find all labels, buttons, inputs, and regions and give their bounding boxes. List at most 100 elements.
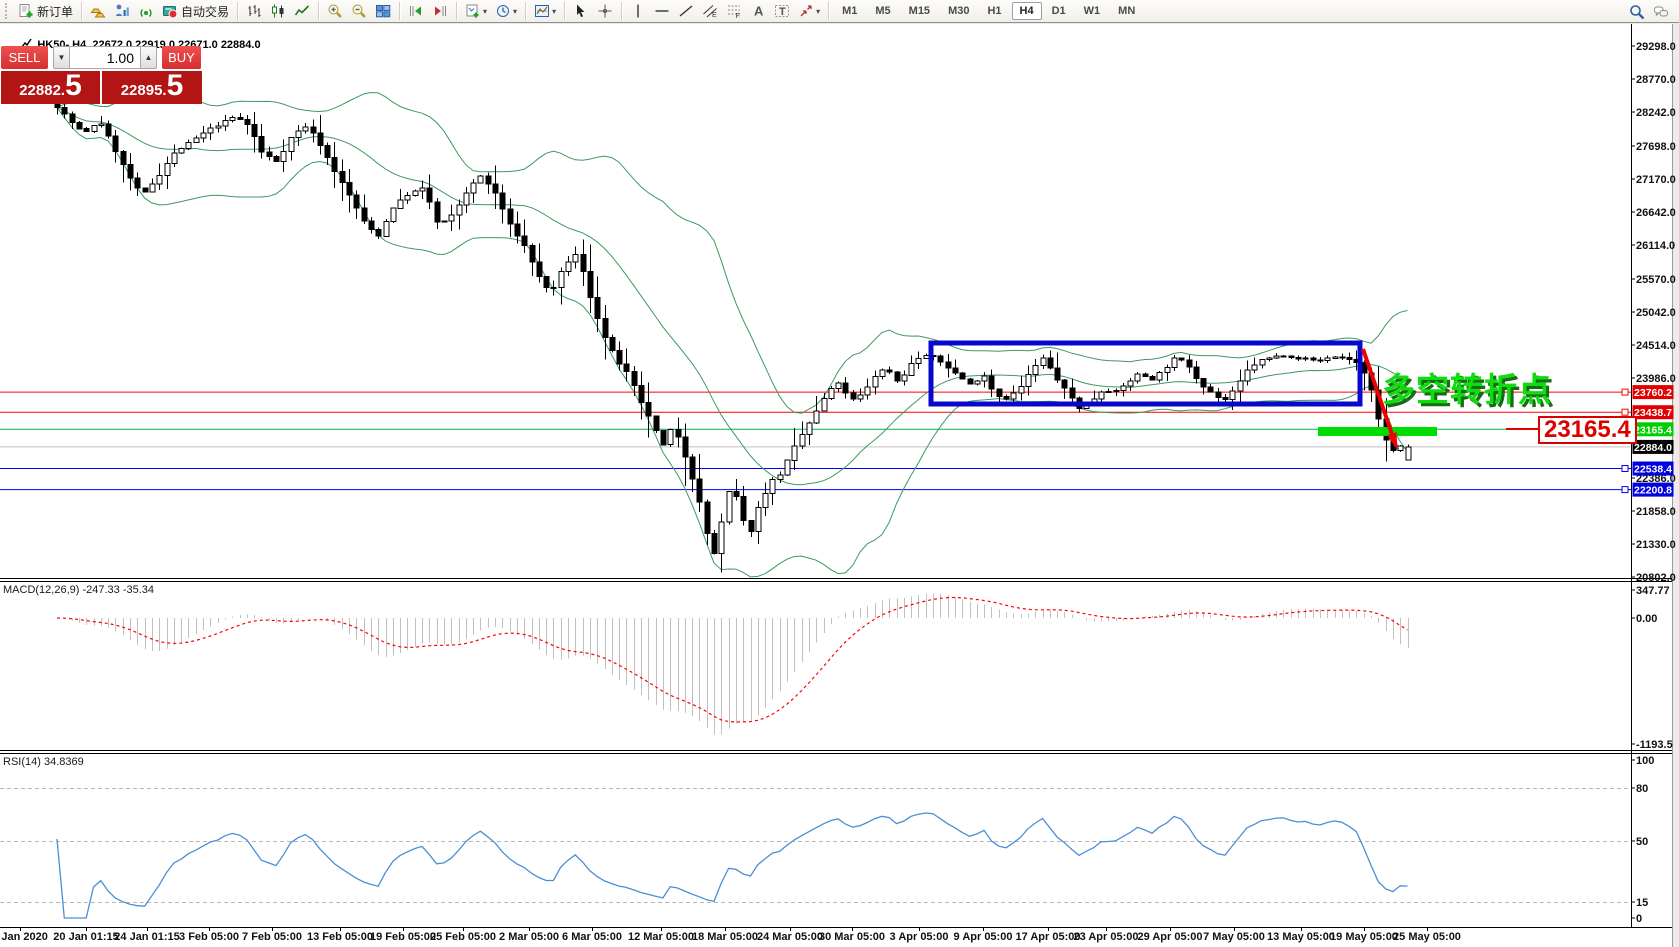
date-label: 13 May 05:00 — [1267, 931, 1335, 943]
price-level-badge: 22200.8 — [1634, 485, 1672, 497]
timeframe-m5-button[interactable]: M5 — [867, 2, 898, 20]
zoomin-icon — [327, 3, 343, 19]
fibo-icon: F — [726, 3, 742, 19]
ask-price-main: 22895. — [121, 75, 167, 99]
zoom-in-button[interactable] — [324, 1, 346, 21]
timeframe-w1-button[interactable]: W1 — [1076, 2, 1109, 20]
svg-text:A: A — [754, 4, 764, 19]
arrows-button[interactable]: ▾ — [795, 1, 823, 21]
search-button[interactable] — [1626, 2, 1648, 22]
date-label: 29 Apr 05:00 — [1137, 931, 1202, 943]
price-tick-label: 26642.0 — [1636, 207, 1676, 219]
date-label: 25 May 05:00 — [1393, 931, 1461, 943]
fibonacci-button[interactable]: F — [723, 1, 745, 21]
macd-indicator-label: MACD(12,26,9) -247.33 -35.34 — [3, 584, 154, 596]
tiles-icon — [375, 3, 391, 19]
volume-input[interactable]: 1.00 — [70, 46, 140, 69]
toolbar-separator — [828, 2, 829, 20]
level-price-label: 23165.4 — [1538, 416, 1637, 444]
date-label: 18 Mar 05:00 — [692, 931, 758, 943]
textT-icon: T — [774, 3, 790, 19]
date-label: 25 Feb 05:00 — [430, 931, 496, 943]
channel-icon: E — [702, 3, 718, 19]
new-chart-button[interactable]: ▾ — [462, 1, 490, 21]
timeframe-m1-button[interactable]: M1 — [834, 2, 865, 20]
gold-icon — [90, 3, 106, 19]
timeframe-d1-button[interactable]: D1 — [1044, 2, 1074, 20]
sell-button[interactable]: SELL — [1, 46, 48, 69]
toolbar-separator — [621, 2, 622, 20]
price-tick-label: 23986.0 — [1636, 373, 1676, 385]
price-tick-label: 27170.0 — [1636, 174, 1676, 186]
timeframe-mn-button[interactable]: MN — [1110, 2, 1143, 20]
volume-increase-button[interactable]: ▲ — [140, 46, 157, 69]
date-label: 20 Jan 01:15 — [53, 931, 118, 943]
toolbar-separator — [525, 2, 526, 20]
rsi-tick-label: 80 — [1636, 783, 1648, 795]
chevron-down-icon: ▾ — [552, 7, 556, 16]
chevron-down-icon: ▾ — [513, 7, 517, 16]
crosshair-icon — [597, 3, 613, 19]
macd-tick-label: 347.77 — [1636, 585, 1670, 597]
date-label: 19 May 05:00 — [1330, 931, 1398, 943]
clock-icon — [495, 3, 511, 19]
price-level-badge: 23438.7 — [1634, 407, 1672, 419]
chart-shift-button[interactable] — [429, 1, 451, 21]
date-label: 3 Feb 05:00 — [179, 931, 239, 943]
signal-button[interactable] — [135, 1, 157, 21]
date-label: 30 Mar 05:00 — [819, 931, 885, 943]
signal-icon — [138, 3, 154, 19]
timeframe-h1-button[interactable]: H1 — [979, 2, 1009, 20]
date-label: 17 Apr 05:00 — [1015, 931, 1080, 943]
autotrading-button[interactable]: 自动交易 — [159, 1, 232, 21]
doc-plus-icon — [18, 3, 34, 19]
arrows-icon — [798, 3, 814, 19]
new-order-button[interactable]: 新订单 — [15, 1, 76, 21]
rsi-tick-label: 50 — [1636, 836, 1648, 848]
zoom-out-button[interactable] — [348, 1, 370, 21]
trendline-button[interactable] — [675, 1, 697, 21]
profiles-button[interactable]: ▾ — [492, 1, 520, 21]
chat-button[interactable] — [1650, 2, 1672, 22]
date-label: 4 Jan 2020 — [0, 931, 48, 943]
bar-chart-button[interactable] — [243, 1, 265, 21]
date-label: 13 Feb 05:00 — [307, 931, 373, 943]
zoomout-icon — [351, 3, 367, 19]
templates-button[interactable]: ▾ — [531, 1, 559, 21]
text-label-button[interactable]: T — [771, 1, 793, 21]
timeframe-h4-button[interactable]: H4 — [1012, 2, 1042, 20]
auto-scroll-button[interactable] — [405, 1, 427, 21]
volume-decrease-button[interactable]: ▼ — [53, 46, 70, 69]
timeframe-m30-button[interactable]: M30 — [940, 2, 977, 20]
chart-canvas[interactable]: 29298.028770.028242.027698.027170.026642… — [0, 0, 1679, 947]
chevron-down-icon: ▾ — [816, 7, 820, 16]
hline-icon — [654, 3, 670, 19]
vline-button[interactable] — [627, 1, 649, 21]
price-tick-label: 26114.0 — [1636, 240, 1675, 252]
price-tick-label: 27698.0 — [1636, 141, 1676, 153]
candle-chart-button[interactable] — [267, 1, 289, 21]
toolbar-separator — [399, 2, 400, 20]
svg-text:E: E — [712, 12, 717, 19]
crosshair-button[interactable] — [594, 1, 616, 21]
tile-windows-button[interactable] — [372, 1, 394, 21]
toolbar-grip[interactable] — [5, 3, 11, 19]
buy-button[interactable]: BUY — [162, 46, 201, 69]
channel-button[interactable]: E — [699, 1, 721, 21]
timeframe-m15-button[interactable]: M15 — [901, 2, 938, 20]
vline-icon — [630, 3, 646, 19]
date-label: 7 May 05:00 — [1203, 931, 1265, 943]
date-label: 24 Mar 05:00 — [757, 931, 823, 943]
text-button[interactable]: A — [747, 1, 769, 21]
funds-button[interactable] — [111, 1, 133, 21]
price-tick-label: 28770.0 — [1636, 74, 1676, 86]
hline-button[interactable] — [651, 1, 673, 21]
date-label: 7 Feb 05:00 — [242, 931, 302, 943]
price-tick-label: 25042.0 — [1636, 307, 1676, 319]
gold-button[interactable] — [87, 1, 109, 21]
cursor-button[interactable] — [570, 1, 592, 21]
price-level-badge: 23165.4 — [1634, 424, 1672, 436]
line-chart-button[interactable] — [291, 1, 313, 21]
chat-icon — [1653, 4, 1669, 20]
linechart-icon — [294, 3, 310, 19]
